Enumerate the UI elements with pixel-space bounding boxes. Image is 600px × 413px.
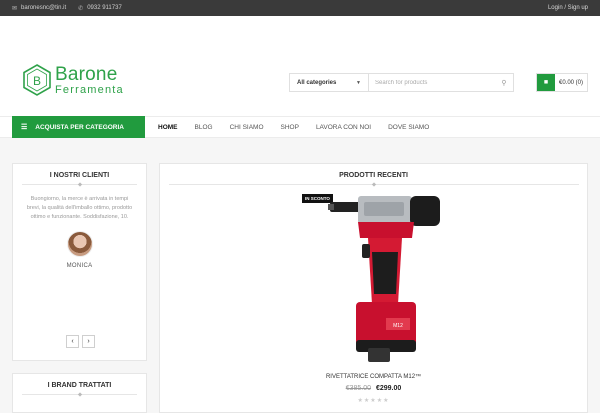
old-price: €385.00 bbox=[345, 385, 372, 392]
top-bar: ✉ baronesnc@tin.it ✆ 0932 911737 Login /… bbox=[0, 0, 600, 16]
nav-item-lavora-con-noi[interactable]: LAVORA CON NOI bbox=[316, 124, 371, 131]
recent-products-title: PRODOTTI RECENTI bbox=[339, 172, 408, 179]
logo-hexagon-icon: B bbox=[23, 64, 51, 96]
header: B Barone Ferramenta All categories ▼ ⚲ ■… bbox=[0, 16, 600, 116]
search-icon[interactable]: ⚲ bbox=[495, 79, 513, 87]
shop-by-category-button[interactable]: ☰ ACQUISTA PER CATEGORIA bbox=[12, 116, 145, 138]
clients-title: I NOSTRI CLIENTI bbox=[49, 172, 110, 179]
login-signup-link[interactable]: Login / Sign up bbox=[548, 5, 588, 11]
brands-panel: I BRAND TRATTATI bbox=[12, 373, 147, 413]
previous-button[interactable]: ‹ bbox=[66, 335, 79, 348]
chevron-left-icon: ‹ bbox=[71, 338, 74, 345]
star-icon: ★ bbox=[383, 398, 390, 404]
email-contact[interactable]: ✉ baronesnc@tin.it bbox=[12, 5, 66, 12]
search-input[interactable] bbox=[369, 74, 495, 91]
rating-stars: ★★★★★ bbox=[160, 397, 587, 404]
category-select-value: All categories bbox=[297, 79, 337, 86]
list-icon: ☰ bbox=[21, 124, 28, 131]
next-button[interactable]: › bbox=[82, 335, 95, 348]
main-navigation: ☰ ACQUISTA PER CATEGORIA HOME BLOG CHI S… bbox=[0, 116, 600, 138]
avatar bbox=[66, 231, 93, 257]
carousel-arrows: ‹ › bbox=[66, 335, 98, 348]
category-select[interactable]: All categories ▼ bbox=[290, 74, 369, 91]
chevron-right-icon: › bbox=[87, 338, 90, 345]
caret-down-icon: ▼ bbox=[356, 79, 361, 86]
shopping-bag-icon: ■ bbox=[537, 74, 555, 91]
sale-price: €299.00 bbox=[375, 385, 402, 392]
nav-item-dove-siamo[interactable]: DOVE SIAMO bbox=[388, 124, 429, 131]
nav-item-chi-siamo[interactable]: CHI SIAMO bbox=[230, 124, 264, 131]
svg-text:M12: M12 bbox=[393, 323, 403, 329]
clients-panel: I NOSTRI CLIENTI Buongiorno, la merce è … bbox=[12, 163, 147, 361]
shop-by-category-label: ACQUISTA PER CATEGORIA bbox=[35, 123, 124, 131]
nav-item-shop[interactable]: SHOP bbox=[281, 124, 299, 131]
nav-menu: HOME BLOG CHI SIAMO SHOP LAVORA CON NOI … bbox=[158, 116, 446, 138]
product-price: €385.00 €299.00 bbox=[160, 385, 587, 392]
email-text: baronesnc@tin.it bbox=[21, 5, 67, 11]
phone-text: 0932 911737 bbox=[87, 5, 122, 11]
logo-title: Barone bbox=[55, 63, 118, 85]
logo-subtitle: Ferramenta bbox=[55, 83, 124, 96]
site-logo[interactable]: B Barone Ferramenta bbox=[22, 64, 124, 96]
cart-summary: €0.00 (0) bbox=[559, 79, 584, 86]
phone-contact[interactable]: ✆ 0932 911737 bbox=[78, 5, 122, 12]
product-name[interactable]: RIVETTATRICE COMPATTA M12™ bbox=[160, 374, 587, 380]
product-image[interactable]: M12 bbox=[328, 194, 440, 366]
title-divider bbox=[22, 394, 137, 395]
title-divider bbox=[168, 184, 579, 185]
nav-item-home[interactable]: HOME bbox=[158, 124, 178, 131]
brands-title: I BRAND TRATTATI bbox=[47, 382, 112, 389]
svg-text:B: B bbox=[33, 74, 41, 88]
title-divider bbox=[22, 184, 137, 185]
recent-products-panel: PRODOTTI RECENTI IN SCONTO M12 RIVETTATR… bbox=[159, 163, 588, 413]
client-name: MONICA bbox=[66, 263, 93, 269]
nav-item-blog[interactable]: BLOG bbox=[195, 124, 213, 131]
testimonial-text: Buongiorno, la merce è arrivata in tempi… bbox=[26, 196, 133, 220]
envelope-icon: ✉ bbox=[12, 5, 18, 12]
phone-icon: ✆ bbox=[78, 5, 84, 12]
cart-button[interactable]: ■ €0.00 (0) bbox=[536, 73, 588, 92]
product-search: All categories ▼ ⚲ bbox=[289, 73, 514, 92]
